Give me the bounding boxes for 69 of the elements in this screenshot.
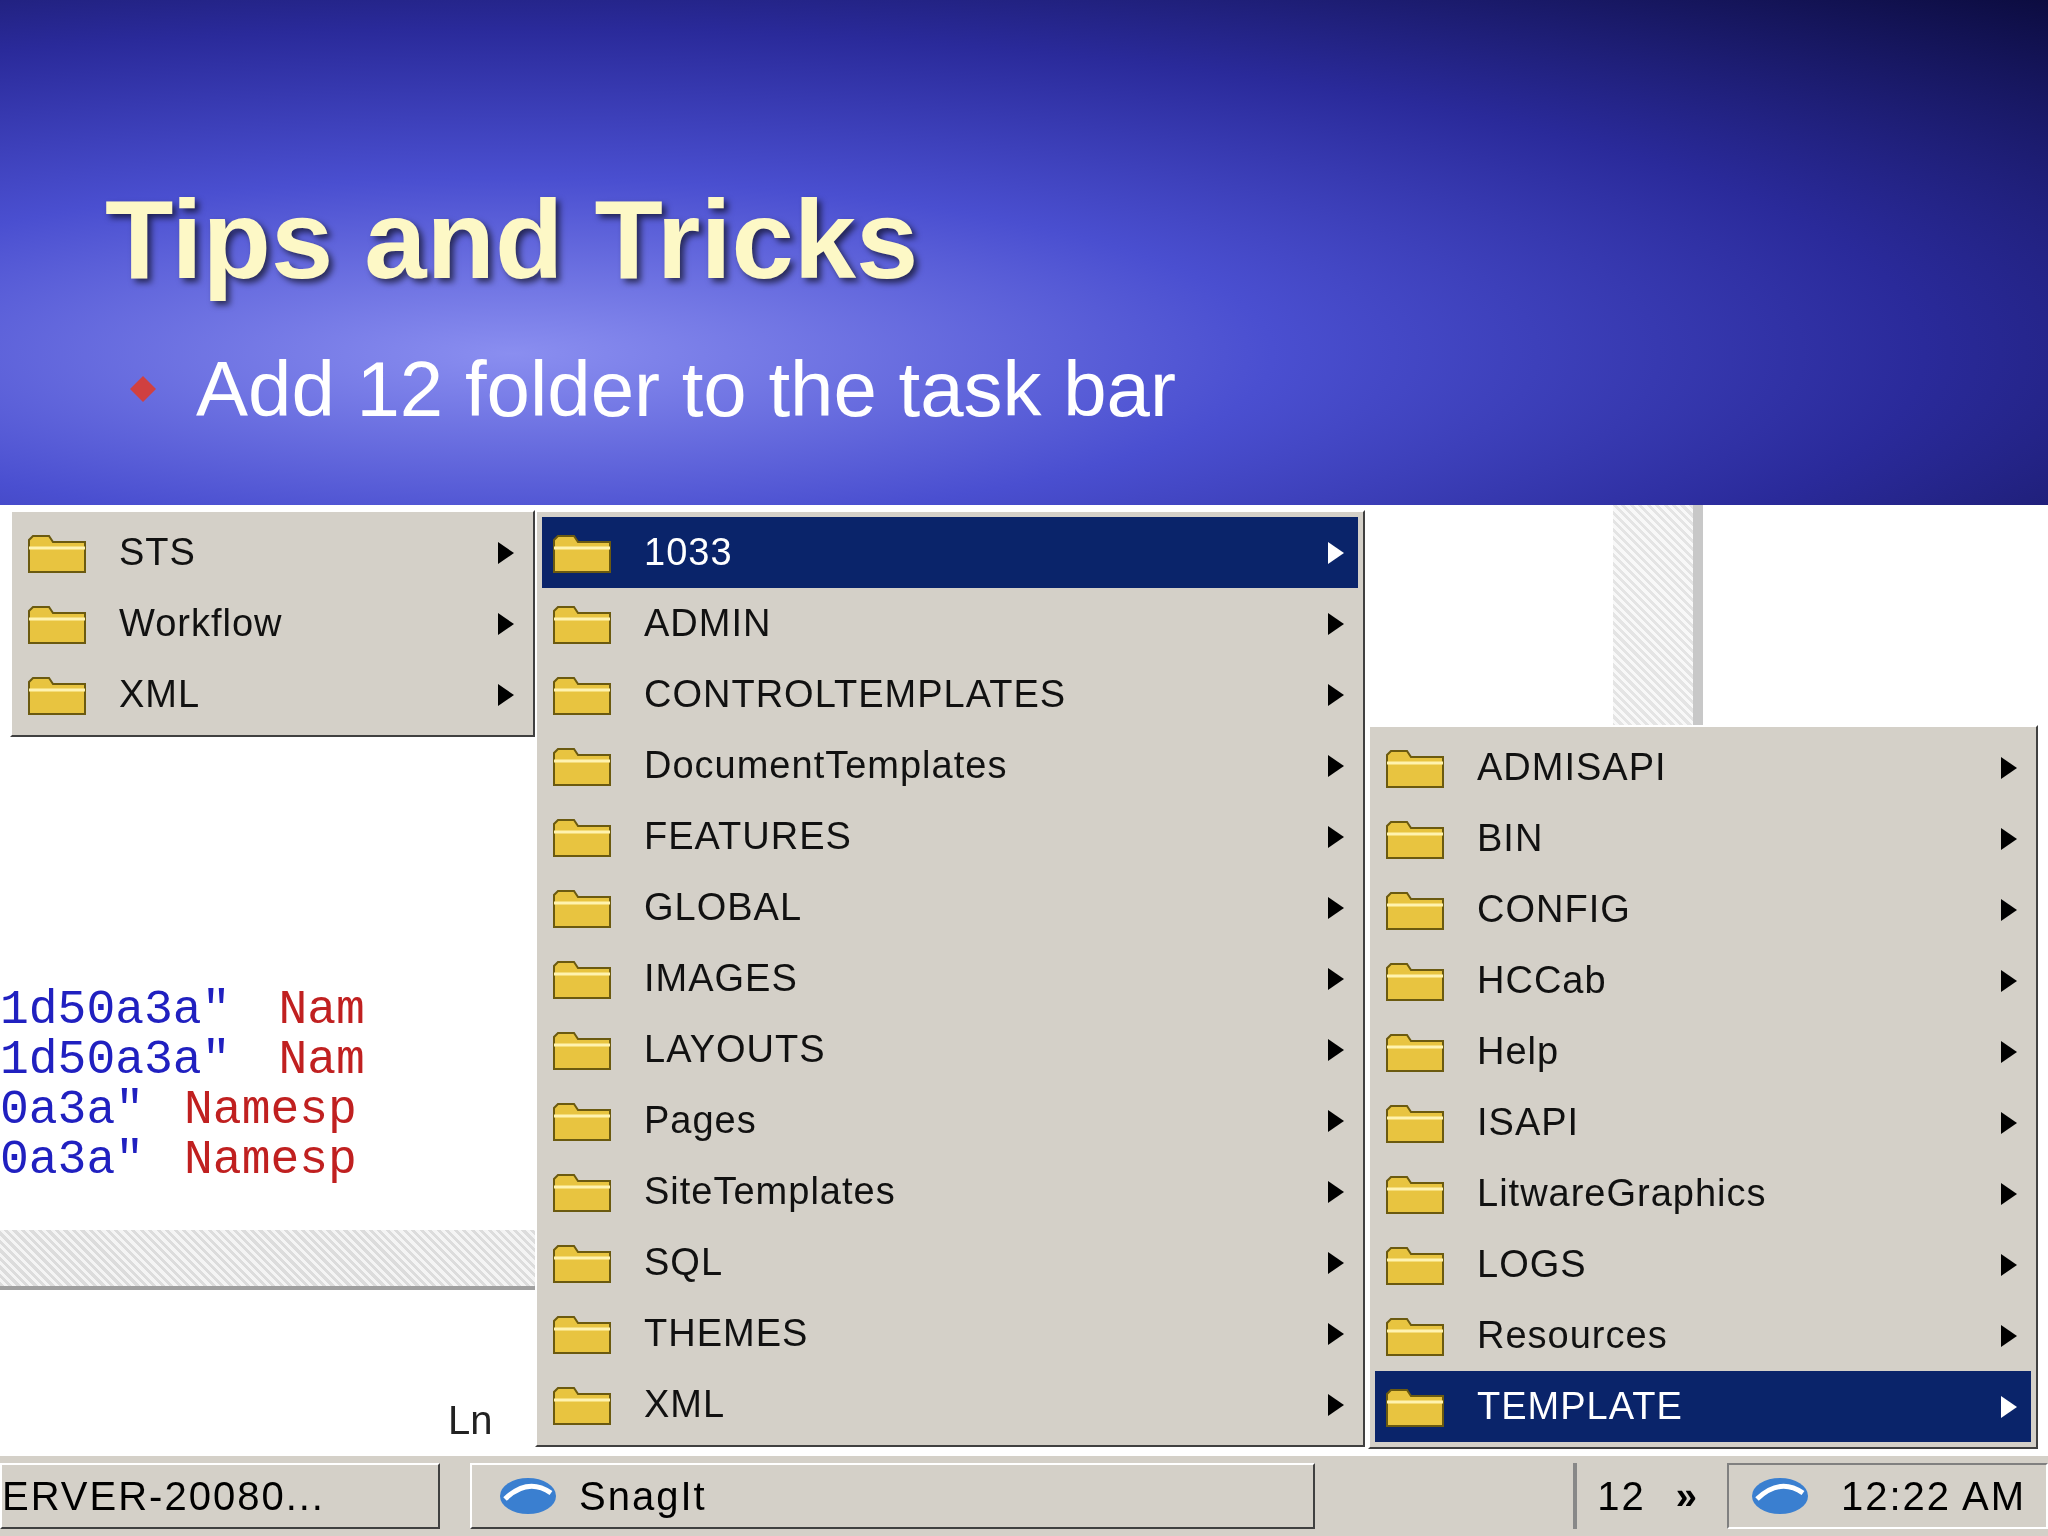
menu-item[interactable]: SiteTemplates <box>542 1156 1358 1227</box>
submenu-arrow-icon <box>2001 1395 2017 1418</box>
submenu-arrow-icon <box>1328 896 1344 919</box>
submenu-arrow-icon <box>1328 754 1344 777</box>
submenu-arrow-icon <box>498 541 514 564</box>
menu-item[interactable]: TEMPLATE <box>1375 1371 2031 1442</box>
submenu-arrow-icon <box>2001 756 2017 779</box>
submenu-arrow-icon <box>1328 1109 1344 1132</box>
toolbar-label: 12 <box>1597 1473 1646 1520</box>
submenu-arrow-icon <box>2001 1182 2017 1205</box>
menu-item[interactable]: Help <box>1375 1016 2031 1087</box>
menu-item[interactable]: ADMIN <box>542 588 1358 659</box>
menu-item[interactable]: DocumentTemplates <box>542 730 1358 801</box>
clock: 12:22 AM <box>1841 1473 2026 1520</box>
submenu-arrow-icon <box>1328 1393 1344 1416</box>
menu-item[interactable]: LitwareGraphics <box>1375 1158 2031 1229</box>
submenu-arrow-icon <box>498 683 514 706</box>
code-attribute: Namesp <box>184 1135 357 1185</box>
submenu-arrow-icon <box>498 612 514 635</box>
code-value: 0a3a" <box>0 1085 145 1135</box>
submenu-arrow-icon <box>2001 969 2017 992</box>
menu-item[interactable]: GLOBAL <box>542 872 1358 943</box>
menu-item[interactable]: LOGS <box>1375 1229 2031 1300</box>
menu-item[interactable]: LAYOUTS <box>542 1014 1358 1085</box>
menu-item[interactable]: Resources <box>1375 1300 2031 1371</box>
code-value: 1d50a3a" <box>0 985 231 1035</box>
submenu-arrow-icon <box>1328 1180 1344 1203</box>
menu-item[interactable]: FEATURES <box>542 801 1358 872</box>
menu-item[interactable]: ADMISAPI <box>1375 732 2031 803</box>
menu-item[interactable]: STS <box>17 517 528 588</box>
menu-item[interactable]: SQL <box>542 1227 1358 1298</box>
submenu-arrow-icon <box>1328 825 1344 848</box>
menu-item[interactable]: 1033 <box>542 517 1358 588</box>
submenu-arrow-icon <box>2001 1253 2017 1276</box>
submenu-arrow-icon <box>1328 1322 1344 1345</box>
menu-item[interactable]: XML <box>17 659 528 730</box>
taskbar-button[interactable]: SnagIt <box>470 1463 1315 1529</box>
submenu-arrow-icon <box>2001 898 2017 921</box>
menu-item[interactable]: IMAGES <box>542 943 1358 1014</box>
menu-item[interactable]: HCCab <box>1375 945 2031 1016</box>
menu-item[interactable]: CONFIG <box>1375 874 2031 945</box>
code-attribute: Nam <box>278 985 365 1035</box>
code-value: 0a3a" <box>0 1135 145 1185</box>
menu-item[interactable]: Workflow <box>17 588 528 659</box>
menu-item[interactable]: XML <box>542 1369 1358 1440</box>
menu-item[interactable]: BIN <box>1375 803 2031 874</box>
submenu-arrow-icon <box>2001 1324 2017 1347</box>
menu-item[interactable]: Pages <box>542 1085 1358 1156</box>
taskbar-button[interactable]: ERVER-20080... <box>0 1463 440 1529</box>
status-text: Ln <box>448 1397 493 1444</box>
menu-item[interactable]: CONTROLTEMPLATES <box>542 659 1358 730</box>
submenu-arrow-icon <box>1328 683 1344 706</box>
slide-title: Tips and Tricks <box>105 176 920 304</box>
submenu-arrow-icon <box>1328 1251 1344 1274</box>
submenu-arrow-icon <box>1328 541 1344 564</box>
bullet-icon <box>130 376 156 402</box>
code-attribute: Namesp <box>184 1085 357 1135</box>
submenu-arrow-icon <box>1328 612 1344 635</box>
code-value: 1d50a3a" <box>0 1035 231 1085</box>
chevron-button[interactable]: » <box>1665 1467 1707 1525</box>
submenu-arrow-icon <box>1328 967 1344 990</box>
submenu-arrow-icon <box>1328 1038 1344 1061</box>
bullet-text: Add 12 folder to the task bar <box>196 350 1176 428</box>
menu-item[interactable]: ISAPI <box>1375 1087 2031 1158</box>
submenu-arrow-icon <box>2001 827 2017 850</box>
code-attribute: Nam <box>278 1035 365 1085</box>
menu-item[interactable]: THEMES <box>542 1298 1358 1369</box>
submenu-arrow-icon <box>2001 1111 2017 1134</box>
submenu-arrow-icon <box>2001 1040 2017 1063</box>
